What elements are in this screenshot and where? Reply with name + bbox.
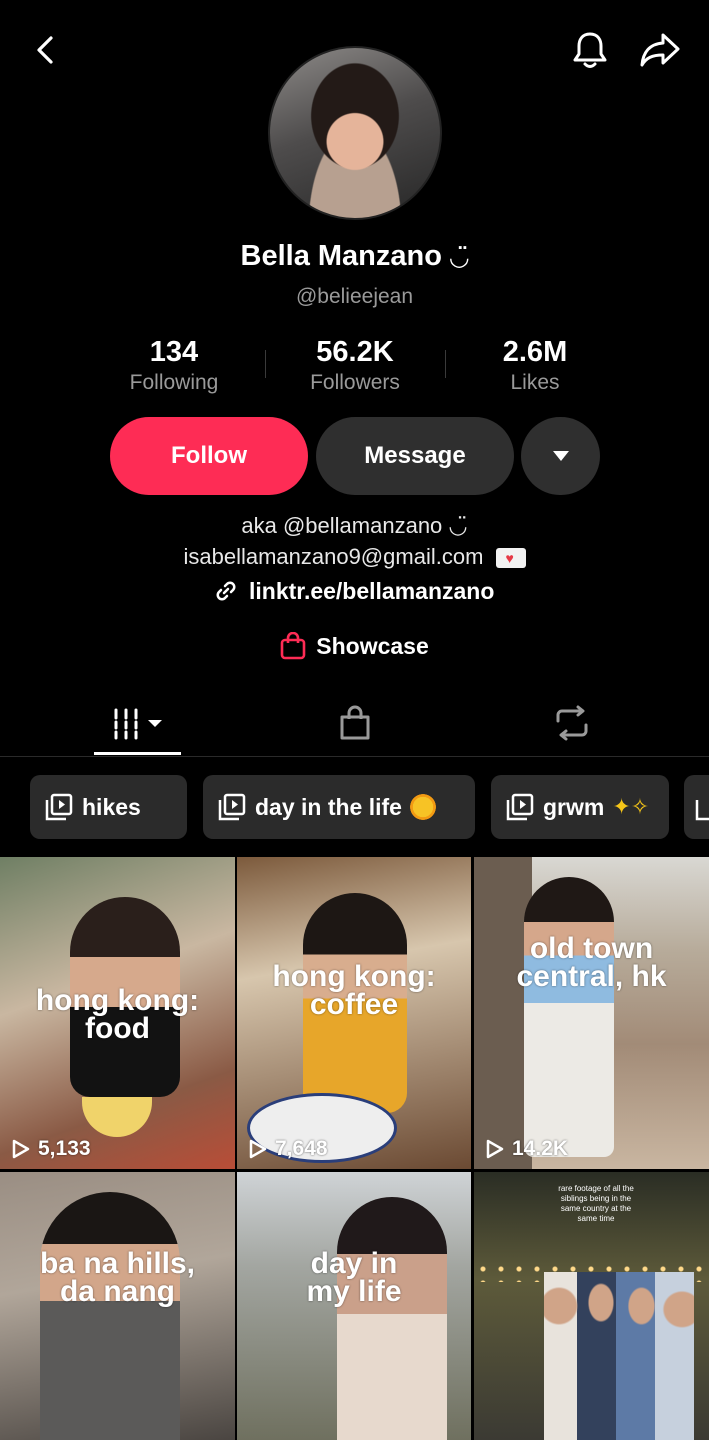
play-icon xyxy=(486,1139,504,1159)
share-arrow-icon xyxy=(640,33,680,67)
person-figure xyxy=(40,1192,180,1440)
play-icon xyxy=(249,1139,267,1159)
bowl-shape xyxy=(82,1097,152,1137)
message-button[interactable]: Message xyxy=(316,417,514,495)
playlist-chip-partial[interactable] xyxy=(684,775,709,839)
caret-down-icon xyxy=(552,451,569,461)
video-caption: old town central, hk xyxy=(516,932,667,993)
chevron-left-icon xyxy=(37,36,53,64)
stat-likes: 2.6M Likes xyxy=(445,336,625,395)
love-letter-icon: ♥ xyxy=(495,548,526,569)
bio-line-1: aka @bellamanzano ◡̈ xyxy=(241,513,468,538)
bio-email: isabellamanzano9@gmail.com xyxy=(183,544,484,569)
group-figures xyxy=(544,1272,694,1440)
profile-name: Bella Manzano ◡̈ xyxy=(0,240,709,273)
view-count-text: 14.2K xyxy=(512,1137,569,1160)
sun-emoji xyxy=(409,794,436,820)
avatar[interactable] xyxy=(268,46,442,220)
grid-icon xyxy=(114,708,162,740)
playlist-chip-grwm[interactable]: grwm ✦✧ xyxy=(491,775,669,839)
profile-name-text: Bella Manzano xyxy=(240,240,442,272)
content-tab-bar xyxy=(0,690,709,757)
playlist-icon xyxy=(45,793,73,821)
share-button[interactable] xyxy=(636,26,684,74)
video-thumbnail[interactable]: ba na hills, da nang xyxy=(0,1172,235,1440)
stat-followers[interactable]: 56.2K Followers xyxy=(265,336,445,395)
person-figure xyxy=(337,1197,447,1440)
bio-link[interactable]: linktr.ee/bellamanzano xyxy=(0,578,709,605)
follow-button[interactable]: Follow xyxy=(110,417,308,495)
video-thumbnail[interactable]: hong kong: coffee 7,648 xyxy=(237,857,471,1169)
view-count: 14.2K xyxy=(486,1137,568,1161)
playlist-chip-day-in-the-life[interactable]: day in the life xyxy=(203,775,475,839)
video-caption: rare footage of all the siblings being i… xyxy=(558,1184,634,1223)
view-count: 7,648 xyxy=(249,1137,328,1161)
stat-value: 134 xyxy=(149,336,199,368)
active-tab-indicator xyxy=(94,752,181,755)
stat-value: 56.2K xyxy=(316,336,394,368)
tab-shop[interactable] xyxy=(310,690,400,756)
stat-value: 2.6M xyxy=(502,336,568,368)
bell-icon xyxy=(573,32,607,68)
repost-icon xyxy=(556,705,588,741)
playlist-icon xyxy=(218,793,246,821)
notifications-button[interactable] xyxy=(566,26,614,74)
stat-label: Likes xyxy=(510,371,560,394)
person-figure xyxy=(524,877,614,1157)
stat-label: Following xyxy=(129,371,219,394)
bio-line-2: isabellamanzano9@gmail.com ♥ xyxy=(0,544,709,570)
profile-handle: @belieejean xyxy=(295,285,414,308)
video-thumbnail[interactable]: day in my life xyxy=(237,1172,471,1440)
back-button[interactable] xyxy=(22,26,70,74)
view-count-text: 5,133 xyxy=(38,1137,91,1160)
playlist-label: day in the life xyxy=(255,793,402,820)
video-thumbnail[interactable]: hong kong: food 5,133 xyxy=(0,857,235,1169)
video-thumbnail[interactable]: rare footage of all the siblings being i… xyxy=(474,1172,709,1440)
smile-icon: ◡̈ xyxy=(450,244,469,271)
playlist-label: hikes xyxy=(82,793,141,820)
view-count: 5,133 xyxy=(12,1137,91,1161)
video-caption: day in my life xyxy=(306,1247,402,1308)
playlist-chip-hikes[interactable]: hikes xyxy=(30,775,187,839)
video-caption: hong kong: food xyxy=(35,984,200,1045)
tab-reposts[interactable] xyxy=(527,690,617,756)
playlist-label: grwm xyxy=(543,793,605,820)
bio-link-text: linktr.ee/bellamanzano xyxy=(248,578,495,604)
sparkles-emoji: ✦✧ xyxy=(612,794,650,819)
shopping-bag-icon xyxy=(340,705,370,740)
stat-label: Followers xyxy=(310,371,400,394)
playlist-icon xyxy=(506,793,534,821)
showcase-link[interactable]: Showcase xyxy=(0,632,709,660)
view-count-text: 7,648 xyxy=(275,1137,328,1160)
play-icon xyxy=(12,1139,30,1159)
video-caption: ba na hills, da nang xyxy=(39,1247,196,1308)
video-caption: hong kong: coffee xyxy=(272,960,436,1021)
more-options-button[interactable] xyxy=(521,417,600,495)
playlist-icon xyxy=(695,800,709,821)
showcase-label: Showcase xyxy=(316,632,429,659)
video-thumbnail[interactable]: old town central, hk 14.2K xyxy=(474,857,709,1169)
shopping-bag-icon xyxy=(280,632,306,660)
tab-videos[interactable] xyxy=(94,690,181,756)
stat-following[interactable]: 134 Following xyxy=(84,336,264,395)
link-icon xyxy=(216,581,236,601)
